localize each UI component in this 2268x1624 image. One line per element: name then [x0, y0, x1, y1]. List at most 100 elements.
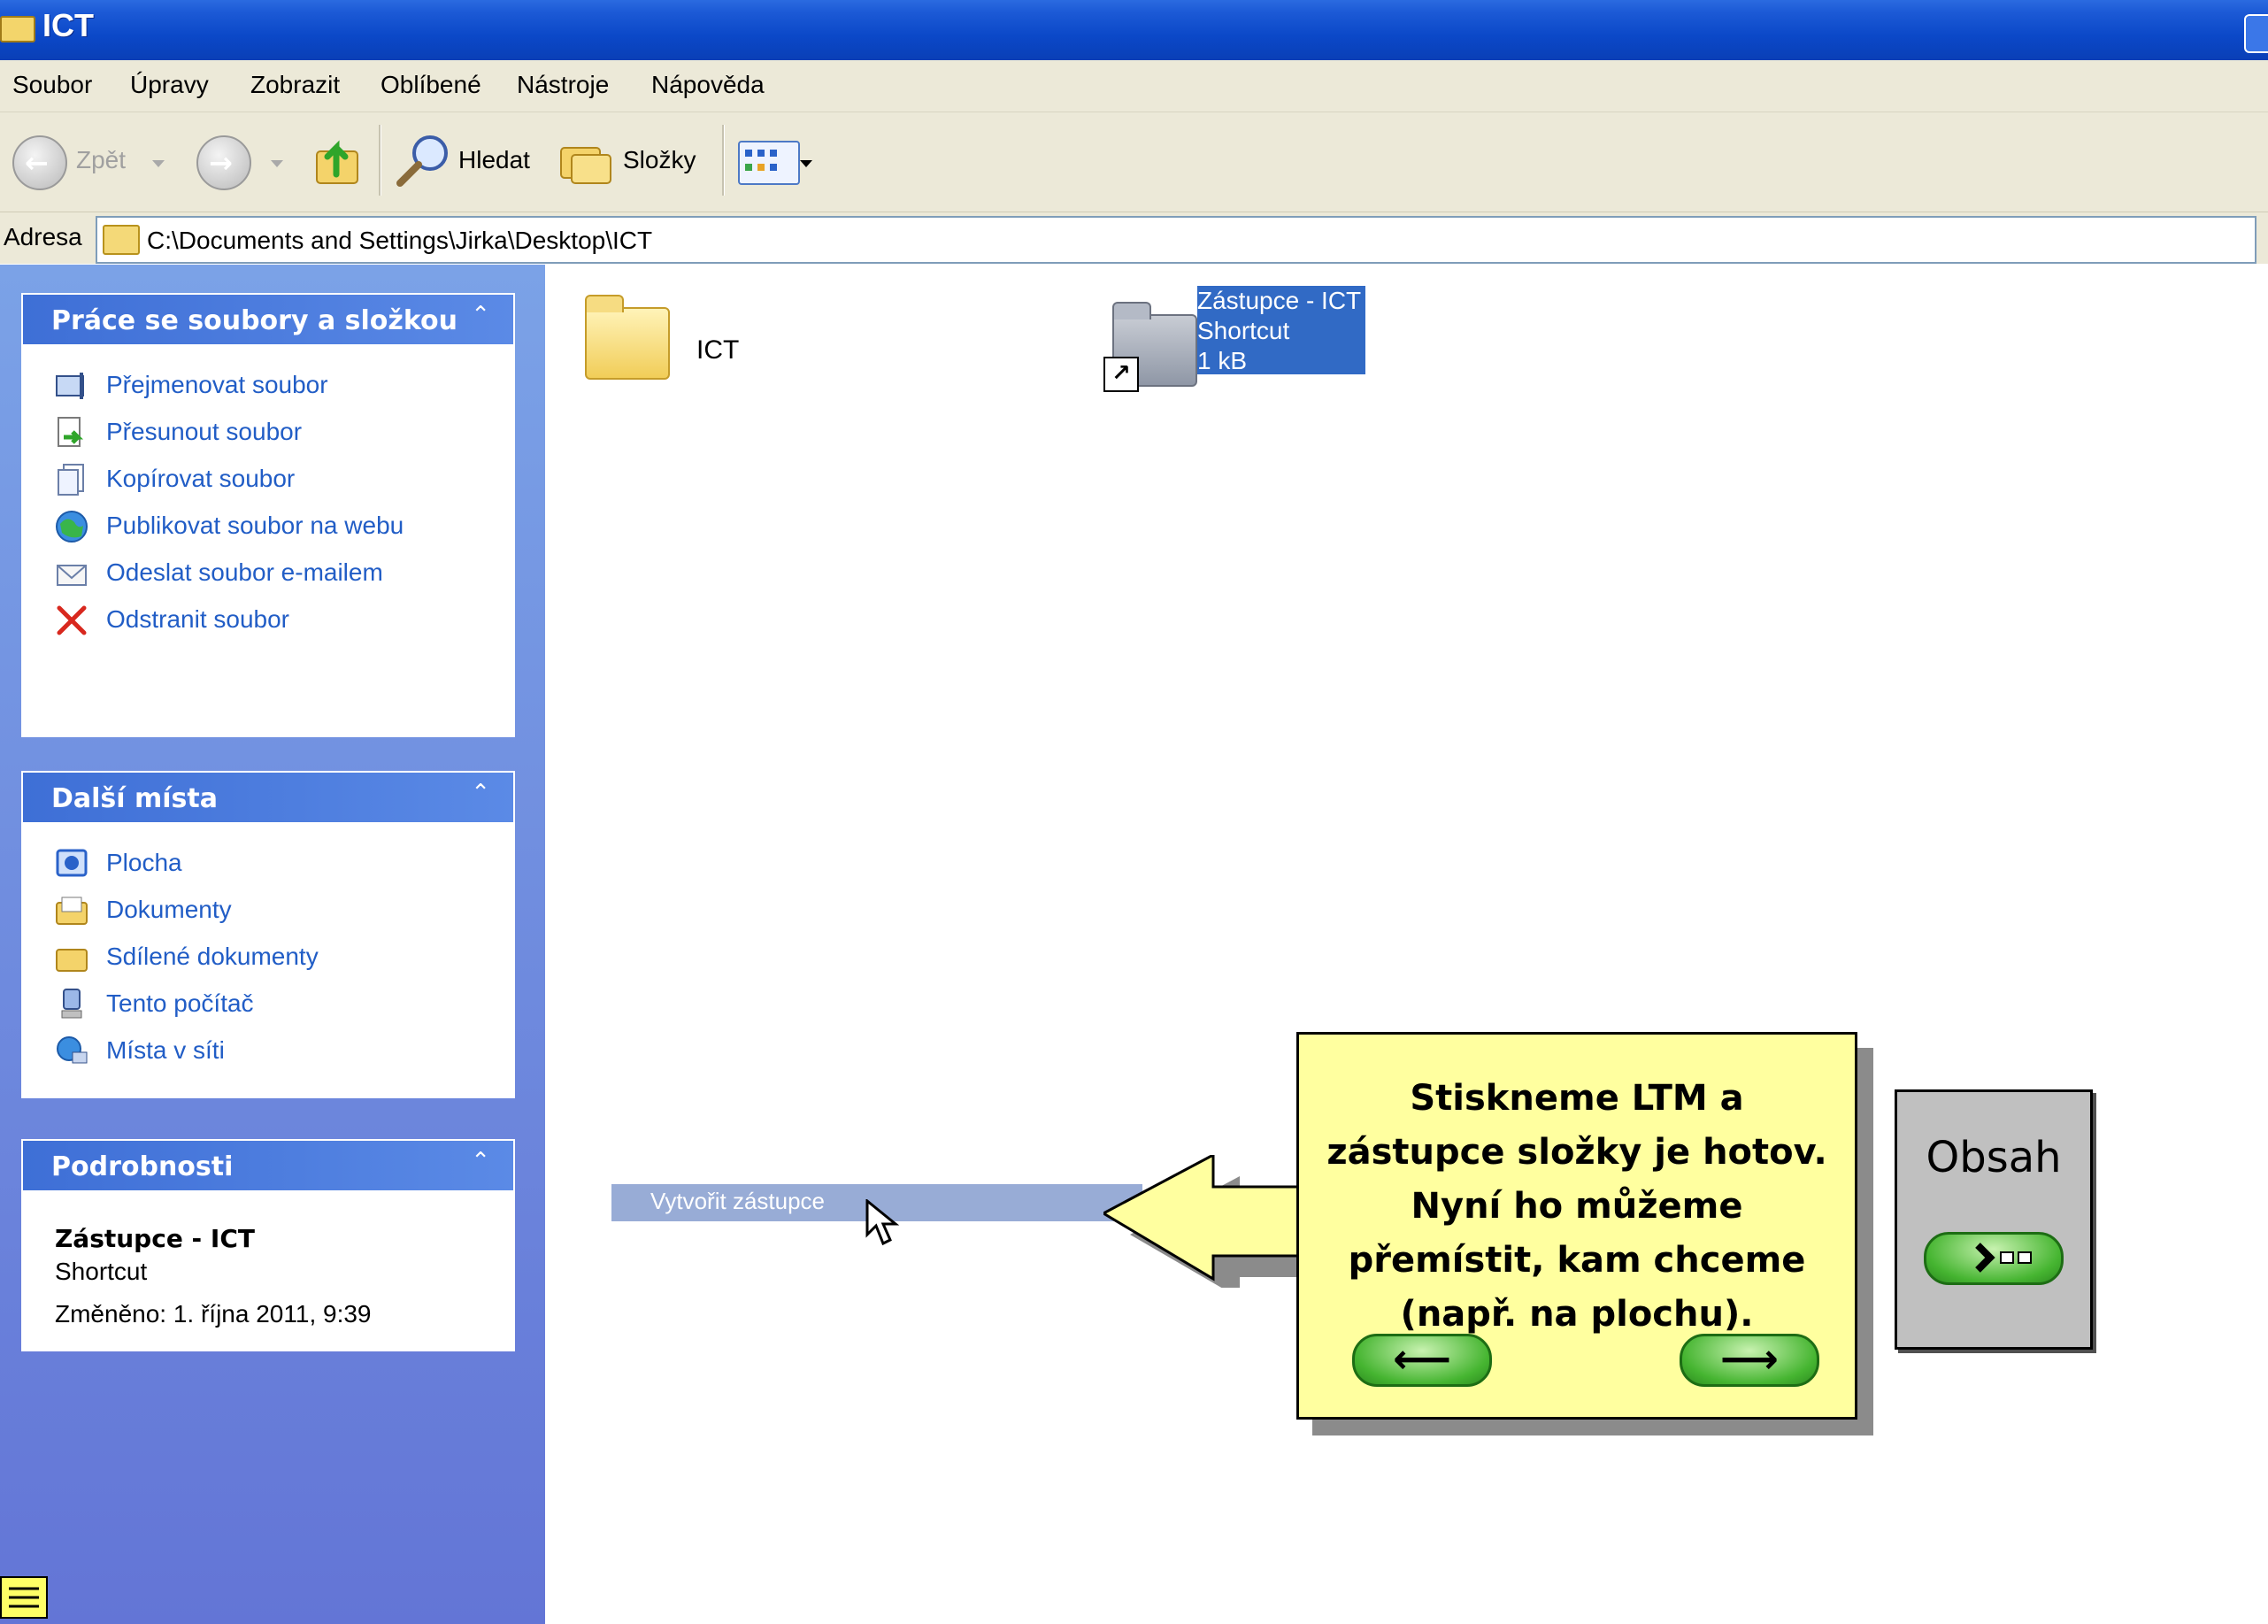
window-title: ICT: [42, 7, 94, 43]
other-places-list: Plocha Dokumenty Sdílené dokumenty Tento…: [23, 822, 513, 1093]
next-button[interactable]: ⟶: [1680, 1334, 1819, 1387]
publish-web-icon: [56, 511, 88, 543]
task-label: Kopírovat soubor: [106, 465, 296, 492]
other-places-panel: Další místa ⌃ Plocha Dokumenty Sdílené d…: [21, 771, 515, 1098]
details-panel: Podrobnosti ⌃ Zástupce - ICT Shortcut Zm…: [21, 1139, 515, 1351]
other-places-header[interactable]: Další místa ⌃: [23, 773, 513, 822]
up-folder-button[interactable]: [313, 132, 363, 187]
menu-nastroje[interactable]: Nástroje: [517, 71, 609, 99]
address-bar: Adresa C:\Documents and Settings\Jirka\D…: [0, 212, 2268, 264]
file-size: 1 kB: [1197, 347, 1248, 374]
menu-bar: Soubor Úpravy Zobrazit Oblíbené Nástroje…: [0, 60, 2268, 112]
copy-icon: [58, 464, 84, 496]
views-button[interactable]: [738, 141, 800, 185]
back-label: Zpět: [76, 146, 127, 173]
menu-upravy[interactable]: Úpravy: [130, 71, 209, 99]
contents-label: Obsah: [1926, 1133, 2062, 1182]
place-label: Tento počítač: [106, 989, 254, 1017]
search-button[interactable]: [395, 132, 457, 189]
forward-arrow-icon: →: [209, 146, 233, 180]
folder-icon: [0, 16, 35, 42]
collapse-icon[interactable]: ⌃: [471, 302, 490, 328]
minimize-button[interactable]: [2244, 14, 2268, 53]
task-label: Publikovat soubor na webu: [106, 512, 404, 539]
address-path: C:\Documents and Settings\Jirka\Desktop\…: [147, 227, 653, 254]
context-menu-label: Vytvořit zástupce: [650, 1188, 826, 1214]
folders-icon: [560, 147, 611, 184]
toolbar: ← Zpět → Hledat Složky: [0, 112, 2268, 212]
folder-icon: [585, 295, 670, 380]
left-arrow-icon: ⟵: [1393, 1335, 1451, 1382]
file-tasks-list: Přejmenovat soubor Přesunout soubor Kopí…: [23, 344, 513, 732]
menu-zobrazit[interactable]: Zobrazit: [250, 71, 340, 99]
folders-label[interactable]: Složky: [623, 146, 696, 174]
up-folder-icon: [316, 140, 358, 184]
forward-button[interactable]: →: [196, 135, 251, 190]
email-icon: [57, 565, 87, 586]
file-name: ICT: [696, 335, 740, 365]
details-modified: Změněno: 1. října 2011, 9:39: [55, 1300, 372, 1328]
views-icon: [745, 150, 777, 171]
other-places-title: Další místa: [51, 783, 218, 814]
folder-icon: [103, 225, 140, 255]
callout-pointer-arrow: [1103, 1155, 1316, 1288]
place-label: Sdílené dokumenty: [106, 943, 319, 970]
tutorial-callout: Stiskneme LTM a zástupce složky je hotov…: [1296, 1032, 1857, 1420]
task-label: Odstranit soubor: [106, 605, 289, 633]
file-type: Shortcut: [1197, 317, 1290, 344]
back-button[interactable]: ←: [12, 135, 67, 190]
place-label: Plocha: [106, 849, 182, 876]
forward-dropdown-icon[interactable]: [271, 160, 283, 167]
right-arrow-icon: ⟶: [1720, 1335, 1779, 1382]
comment-icon[interactable]: [0, 1576, 48, 1619]
back-dropdown-icon[interactable]: [152, 160, 165, 167]
title-bar[interactable]: ICT: [0, 0, 2268, 60]
collapse-icon[interactable]: ⌃: [471, 780, 490, 806]
shared-folder-icon: [56, 949, 88, 972]
file-name: Zástupce - ICT: [1197, 287, 1362, 314]
collapse-icon[interactable]: ⌃: [471, 1148, 490, 1174]
file-item-ict[interactable]: ICT: [564, 286, 785, 383]
rename-icon: [56, 373, 84, 399]
details-title: Podrobnosti: [51, 1151, 234, 1182]
file-label-selected: Zástupce - ICT Shortcut 1 kB: [1197, 286, 1365, 374]
file-view[interactable]: ICT ↗ Zástupce - ICT Shortcut 1 kB Vytvo…: [546, 265, 2268, 1624]
address-label: Adresa: [4, 223, 82, 250]
network-icon: [57, 1036, 88, 1064]
search-icon: [396, 135, 448, 187]
contents-box: Obsah: [1895, 1089, 2093, 1350]
task-label: Přejmenovat soubor: [106, 371, 328, 398]
address-input[interactable]: C:\Documents and Settings\Jirka\Desktop\…: [96, 216, 2256, 264]
computer-icon: [61, 989, 82, 1019]
views-dropdown-icon[interactable]: [800, 160, 812, 167]
folders-button[interactable]: [559, 139, 614, 185]
details-type: Shortcut: [55, 1258, 148, 1285]
menu-soubor[interactable]: Soubor: [12, 71, 92, 99]
move-icon: [58, 417, 84, 447]
place-label: Dokumenty: [106, 896, 232, 923]
comment-lines-icon: [9, 1587, 39, 1608]
shortcut-arrow-icon: ↗: [1103, 357, 1139, 392]
contents-button[interactable]: [1924, 1232, 2064, 1285]
documents-icon: [56, 897, 88, 925]
task-label: Přesunout soubor: [106, 418, 303, 445]
details-header[interactable]: Podrobnosti ⌃: [23, 1141, 513, 1190]
menu-napoveda[interactable]: Nápověda: [651, 71, 765, 99]
task-label: Odeslat soubor e-mailem: [106, 558, 383, 586]
file-item-shortcut[interactable]: ↗ Zástupce - ICT Shortcut 1 kB: [1068, 286, 1404, 401]
desktop-icon: [56, 849, 88, 877]
toolbar-separator: [722, 125, 725, 196]
place-label: Místa v síti: [106, 1036, 225, 1064]
callout-text: Stiskneme LTM a zástupce složky je hotov…: [1326, 1078, 1827, 1335]
search-label[interactable]: Hledat: [458, 146, 530, 174]
details-body: Zástupce - ICT Shortcut Změněno: 1. říjn…: [23, 1190, 513, 1346]
delete-icon: [57, 605, 87, 635]
menu-oblibene[interactable]: Oblíbené: [381, 71, 481, 99]
details-name: Zástupce - ICT: [55, 1224, 255, 1253]
file-tasks-header[interactable]: Práce se soubory a složkou ⌃: [23, 295, 513, 344]
file-tasks-title: Práce se soubory a složkou: [51, 305, 457, 336]
back-arrow-icon: ←: [25, 146, 49, 180]
previous-button[interactable]: ⟵: [1352, 1334, 1492, 1387]
contents-arrow-icon: [1975, 1243, 2032, 1273]
mouse-cursor-icon: [865, 1199, 900, 1246]
